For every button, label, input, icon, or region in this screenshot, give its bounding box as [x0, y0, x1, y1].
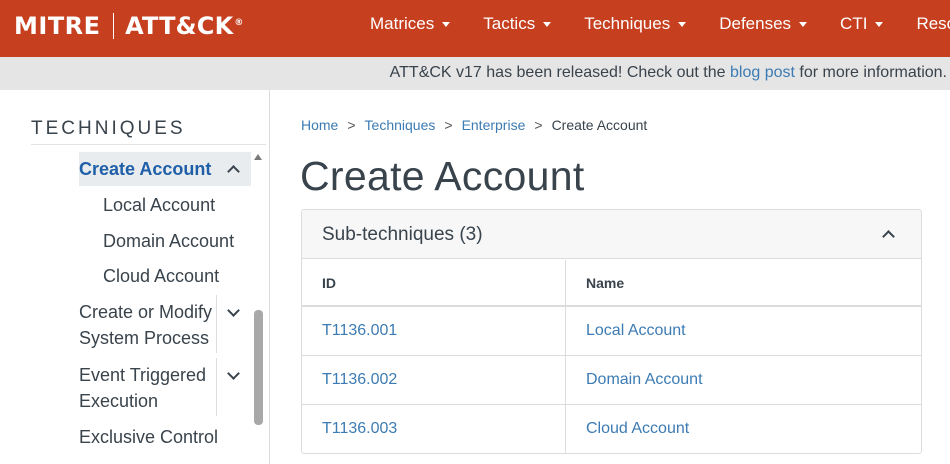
subtechnique-name-link[interactable]: Local Account — [586, 322, 686, 340]
subtechniques-panel-header[interactable]: Sub-techniques (3) — [302, 210, 921, 259]
subtechnique-name-link[interactable]: Cloud Account — [586, 420, 689, 438]
banner-text: ATT&CK v17 has been released! Check out … — [389, 64, 947, 81]
breadcrumb-enterprise[interactable]: Enterprise — [462, 117, 526, 133]
chevron-down-icon — [678, 21, 687, 27]
nav-techniques[interactable]: Techniques — [584, 14, 687, 34]
chevron-down-icon — [875, 21, 884, 27]
table-header: ID Name — [302, 260, 921, 307]
subtechnique-name-link[interactable]: Domain Account — [586, 371, 703, 389]
sidebar-heading: TECHNIQUES — [31, 118, 186, 139]
top-navbar: MITRE ATT&CK® Matrices Tactics Technique… — [0, 0, 950, 57]
breadcrumb-techniques[interactable]: Techniques — [365, 117, 436, 133]
subtechnique-id-link[interactable]: T1136.002 — [322, 371, 397, 389]
mitre-attck-logo[interactable]: MITRE ATT&CK® — [14, 9, 244, 43]
chevron-down-icon — [543, 21, 552, 27]
breadcrumb-separator: > — [347, 117, 356, 133]
breadcrumb: Home > Techniques > Enterprise > Create Accoun… — [301, 117, 647, 133]
column-header-name: Name — [586, 275, 625, 291]
table-column-divider — [565, 260, 566, 453]
sidebar-subitem-local-account[interactable]: Local Account — [103, 192, 215, 218]
column-header-id: ID — [322, 275, 336, 291]
logo-mitre-text: MITRE — [14, 12, 101, 40]
breadcrumb-separator: > — [534, 117, 543, 133]
sidebar-item-event-triggered-execution[interactable]: Event Triggered Execution — [79, 362, 206, 414]
breadcrumb-separator: > — [444, 117, 453, 133]
nav-tactics[interactable]: Tactics — [483, 14, 552, 34]
chevron-down-icon — [799, 21, 808, 27]
sidebar-divider — [31, 144, 266, 145]
sidebar-item-create-account[interactable]: Create Account — [79, 156, 211, 182]
table-row: T1136.001 Local Account — [302, 307, 921, 356]
sidebar-subitem-domain-account[interactable]: Domain Account — [103, 228, 234, 254]
sidebar-subitem-cloud-account[interactable]: Cloud Account — [103, 263, 219, 289]
table-row: T1136.002 Domain Account — [302, 356, 921, 405]
techniques-sidebar: TECHNIQUES Create Account Local Account … — [0, 90, 270, 464]
subtechniques-heading: Sub-techniques (3) — [322, 224, 483, 245]
nav-defenses[interactable]: Defenses — [719, 14, 808, 34]
logo-divider — [112, 13, 115, 39]
page-title: Create Account — [300, 153, 585, 199]
breadcrumb-current: Create Account — [551, 117, 648, 133]
announcement-banner: ATT&CK v17 has been released! Check out … — [0, 57, 950, 90]
nav-cti[interactable]: CTI — [840, 14, 884, 34]
sidebar-item-exclusive-control[interactable]: Exclusive Control — [79, 424, 218, 450]
sidebar-scrollbar-thumb[interactable] — [254, 310, 263, 425]
chevron-down-icon — [442, 21, 451, 27]
chevron-down-icon[interactable] — [227, 367, 240, 380]
chevron-down-icon[interactable] — [227, 304, 240, 317]
subtechniques-panel: Sub-techniques (3) ID Name T1136.001 Loc… — [301, 209, 922, 454]
subtechnique-id-link[interactable]: T1136.001 — [322, 322, 397, 340]
sidebar-item-divider — [216, 295, 217, 353]
main-nav: Matrices Tactics Techniques Defenses CTI… — [370, 0, 950, 47]
table-row: T1136.003 Cloud Account — [302, 405, 921, 453]
breadcrumb-home[interactable]: Home — [301, 117, 338, 133]
scroll-up-arrow-icon[interactable] — [254, 154, 262, 160]
subtechnique-id-link[interactable]: T1136.003 — [322, 420, 397, 438]
blog-post-link[interactable]: blog post — [730, 64, 795, 81]
nav-matrices[interactable]: Matrices — [370, 14, 451, 34]
sidebar-item-divider — [216, 358, 217, 416]
nav-resources[interactable]: Resour — [916, 14, 950, 34]
chevron-up-icon[interactable] — [882, 230, 895, 243]
logo-attck-text: ATT&CK® — [125, 12, 244, 40]
sidebar-item-create-or-modify-system-process[interactable]: Create or Modify System Process — [79, 299, 212, 351]
